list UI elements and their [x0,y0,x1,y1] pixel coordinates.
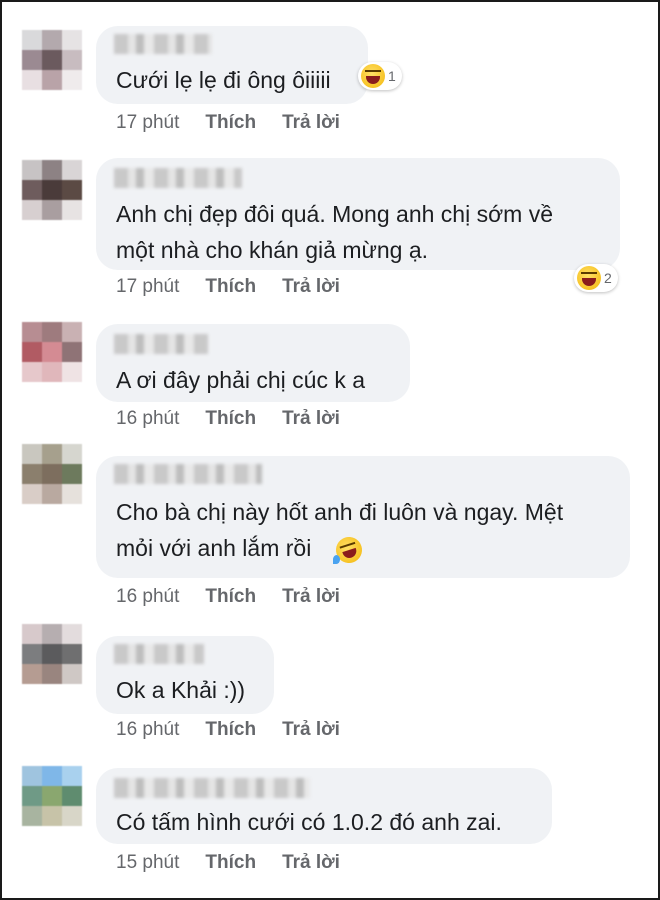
like-button[interactable]: Thích [205,112,256,134]
comment-time[interactable]: 17 phút [116,112,179,134]
comment-meta: 16 phút Thích Trả lời [116,586,340,608]
like-button[interactable]: Thích [205,852,256,874]
author-name-blurred[interactable] [114,644,204,664]
comment-text: Có tấm hình cưới có 1.0.2 đó anh zai. [116,809,502,835]
avatar[interactable] [22,624,82,684]
comment-time[interactable]: 16 phút [116,586,179,608]
comment-time[interactable]: 17 phút [116,276,179,298]
comment-text: A ơi đây phải chị cúc k a [116,367,366,393]
author-name-blurred[interactable] [114,334,208,354]
laugh-emoji-icon [361,64,385,88]
author-name-blurred[interactable] [114,778,310,798]
avatar[interactable] [22,444,82,504]
comment-time[interactable]: 16 phút [116,408,179,430]
reaction-badge[interactable]: 1 [358,62,402,90]
reply-button[interactable]: Trả lời [282,719,340,741]
tear-drop [333,555,340,564]
reply-button[interactable]: Trả lời [282,852,340,874]
reaction-badge[interactable]: 2 [574,264,618,292]
avatar[interactable] [22,322,82,382]
reaction-count: 2 [604,270,612,286]
like-button[interactable]: Thích [205,408,256,430]
comment-meta: 15 phút Thích Trả lời [116,852,340,874]
comment-text: Ok a Khải :)) [116,677,246,703]
comment-time[interactable]: 15 phút [116,852,179,874]
avatar[interactable] [22,30,82,90]
author-name-blurred[interactable] [114,464,262,484]
like-button[interactable]: Thích [205,719,256,741]
comment-time[interactable]: 16 phút [116,719,179,741]
screenshot-frame [0,0,660,900]
reaction-count: 1 [388,68,396,84]
comment-meta: 16 phút Thích Trả lời [116,408,340,430]
author-name-blurred[interactable] [114,168,242,188]
reply-button[interactable]: Trả lời [282,408,340,430]
author-name-blurred[interactable] [114,34,212,54]
reply-button[interactable]: Trả lời [282,112,340,134]
reply-button[interactable]: Trả lời [282,586,340,608]
reply-button[interactable]: Trả lời [282,276,340,298]
avatar[interactable] [22,766,82,826]
like-button[interactable]: Thích [205,276,256,298]
comment-text: Anh chị đẹp đôi quá. Mong anh chị sớm về… [116,201,554,263]
comment-meta: 17 phút Thích Trả lời [116,112,340,134]
comment-text: Cưới lẹ lẹ đi ông ôiiiii [116,67,331,93]
laugh-emoji-icon [577,266,601,290]
like-button[interactable]: Thích [205,586,256,608]
avatar[interactable] [22,160,82,220]
comment-meta: 17 phút Thích Trả lời [116,276,340,298]
comment-meta: 16 phút Thích Trả lời [116,719,340,741]
